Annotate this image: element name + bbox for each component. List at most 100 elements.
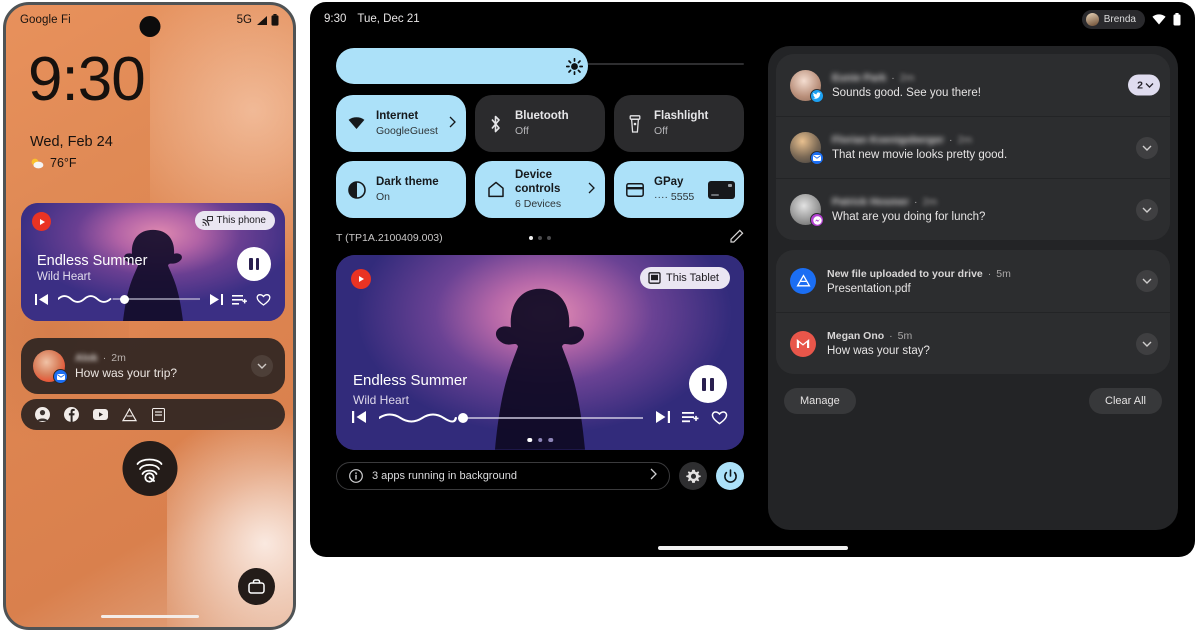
tablet-cast-chip[interactable]: This Tablet	[640, 267, 730, 289]
chevron-right-icon[interactable]	[449, 115, 456, 133]
settings-button[interactable]	[679, 462, 707, 490]
signal-icon	[257, 15, 267, 25]
chevron-right-icon[interactable]	[588, 181, 595, 199]
avatar	[790, 194, 824, 227]
gpay-card-thumbnail[interactable]	[708, 180, 735, 199]
phone-pause-button[interactable]	[237, 247, 271, 281]
tablet-media-player[interactable]: This Tablet Endless Summer Wild Heart	[336, 255, 744, 450]
tablet-clock: 9:30	[324, 13, 347, 25]
notification-message: How was your trip?	[75, 366, 178, 380]
phone-device: Google Fi 5G 9:30 Wed, Feb 24 76°F This …	[3, 2, 296, 630]
expand-chevron-icon[interactable]	[1136, 136, 1158, 159]
app-shelf[interactable]	[21, 399, 285, 430]
tile-subtitle: Off	[515, 124, 529, 137]
notification-row[interactable]: Megan Ono · 5m How was your stay?	[776, 312, 1170, 374]
notification-row[interactable]: Florian Koenigsberger · 2m That new movi…	[776, 116, 1170, 178]
wallet-button[interactable]	[238, 568, 275, 605]
notification-row[interactable]: Eunie Park · 2m Sounds good. See you the…	[776, 54, 1170, 116]
phone-seek-bar[interactable]	[57, 292, 200, 306]
next-track-button[interactable]	[655, 410, 670, 424]
previous-track-button[interactable]	[352, 410, 367, 424]
credit-card-icon	[625, 180, 644, 199]
home-icon	[486, 180, 505, 199]
tile-bluetooth[interactable]: Bluetooth Off	[475, 95, 605, 152]
edit-tiles-button[interactable]	[730, 229, 744, 248]
notification-count-badge[interactable]: 2	[1128, 74, 1160, 96]
lockscreen-weather: 76°F	[30, 156, 77, 170]
notification-row[interactable]: Patrick Hosmer · 2m What are you doing f…	[776, 178, 1170, 240]
phone-cast-chip[interactable]: This phone	[194, 211, 275, 230]
gmail-icon	[790, 330, 816, 357]
notification-sender: Florian Koenigsberger	[832, 134, 945, 146]
user-chip[interactable]: Brenda	[1081, 9, 1145, 29]
battery-icon	[1173, 12, 1181, 25]
tablet-date: Tue, Dec 21	[357, 13, 420, 25]
clear-all-button[interactable]: Clear All	[1089, 388, 1162, 414]
youtube-icon[interactable]	[93, 407, 108, 422]
next-track-button[interactable]	[209, 293, 223, 306]
tablet-status-bar: 9:30 Tue, Dec 21 Brenda	[310, 2, 1195, 36]
contact-icon[interactable]	[35, 407, 50, 422]
tile-flashlight[interactable]: Flashlight Off	[614, 95, 744, 152]
screenshot-stage: Google Fi 5G 9:30 Wed, Feb 24 76°F This …	[0, 0, 1200, 632]
tile-gpay[interactable]: GPay ···· 5555	[614, 161, 744, 218]
user-name: Brenda	[1103, 13, 1136, 25]
chevron-right-icon[interactable]	[650, 467, 657, 485]
phone-media-controls	[21, 289, 285, 309]
tablet-footer: 3 apps running in background	[336, 462, 744, 490]
user-avatar	[1085, 12, 1099, 26]
favorite-button[interactable]	[711, 410, 728, 425]
tile-subtitle: 6 Devices	[515, 197, 562, 210]
drive-icon[interactable]	[122, 407, 137, 422]
brightness-slider[interactable]	[336, 48, 744, 84]
flashlight-icon	[625, 114, 644, 133]
notification-message: What are you doing for lunch?	[832, 211, 986, 223]
qs-footer: T (TP1A.2100409.003)	[336, 228, 744, 248]
home-indicator[interactable]	[100, 614, 199, 618]
seek-wave	[377, 413, 643, 423]
tile-device-controls[interactable]: Device controls 6 Devices	[475, 161, 605, 218]
cast-icon	[202, 215, 213, 226]
phone-media-player[interactable]: This phone Endless Summer Wild Heart	[21, 203, 285, 321]
carrier-label: Google Fi	[20, 14, 71, 26]
notification-time: 5m	[897, 330, 913, 342]
tablet-seek-bar[interactable]	[377, 410, 643, 424]
power-button[interactable]	[716, 462, 744, 490]
expand-chevron-icon[interactable]	[1136, 198, 1158, 221]
previous-track-button[interactable]	[35, 293, 49, 306]
tile-dark-theme[interactable]: Dark theme On	[336, 161, 466, 218]
notification-sender: Megan Ono	[827, 330, 885, 342]
youtube-music-icon	[351, 269, 371, 289]
notification-message: Presentation.pdf	[827, 282, 911, 295]
notification-timestamp: 2m	[111, 352, 126, 364]
tile-subtitle: On	[376, 190, 391, 203]
battery-icon	[271, 14, 279, 26]
notification-row[interactable]: New file uploaded to your drive · 5m Pre…	[776, 250, 1170, 312]
add-to-queue-button[interactable]	[682, 410, 699, 424]
background-apps-button[interactable]: 3 apps running in background	[336, 462, 670, 490]
add-to-queue-button[interactable]	[232, 293, 247, 306]
tablet-pause-button[interactable]	[689, 365, 727, 403]
facebook-icon[interactable]	[64, 407, 79, 422]
media-page-indicator	[527, 437, 553, 442]
twitter-icon	[810, 88, 824, 103]
manage-button[interactable]: Manage	[784, 388, 856, 414]
home-indicator[interactable]	[657, 546, 848, 550]
phone-notification[interactable]: Alok · 2m How was your trip?	[21, 338, 285, 394]
tile-title: Dark theme	[376, 176, 439, 189]
notification-shade: Eunie Park · 2m Sounds good. See you the…	[768, 46, 1178, 530]
avatar	[790, 132, 824, 165]
expand-chevron-icon[interactable]	[1136, 332, 1158, 355]
notification-time: 2m	[899, 71, 915, 84]
favorite-button[interactable]	[256, 293, 271, 306]
chevron-down-icon	[1145, 82, 1154, 88]
messenger-icon	[810, 213, 824, 227]
tile-title: Device controls	[515, 169, 561, 196]
tile-internet[interactable]: Internet GoogleGuest	[336, 95, 466, 152]
expand-chevron-icon[interactable]	[1136, 270, 1158, 292]
expand-chevron-icon[interactable]	[251, 355, 273, 377]
fingerprint-sensor-icon[interactable]	[122, 441, 177, 496]
news-icon[interactable]	[151, 407, 166, 422]
notification-message: Sounds good. See you there!	[832, 86, 981, 99]
tile-title: GPay	[654, 176, 684, 189]
